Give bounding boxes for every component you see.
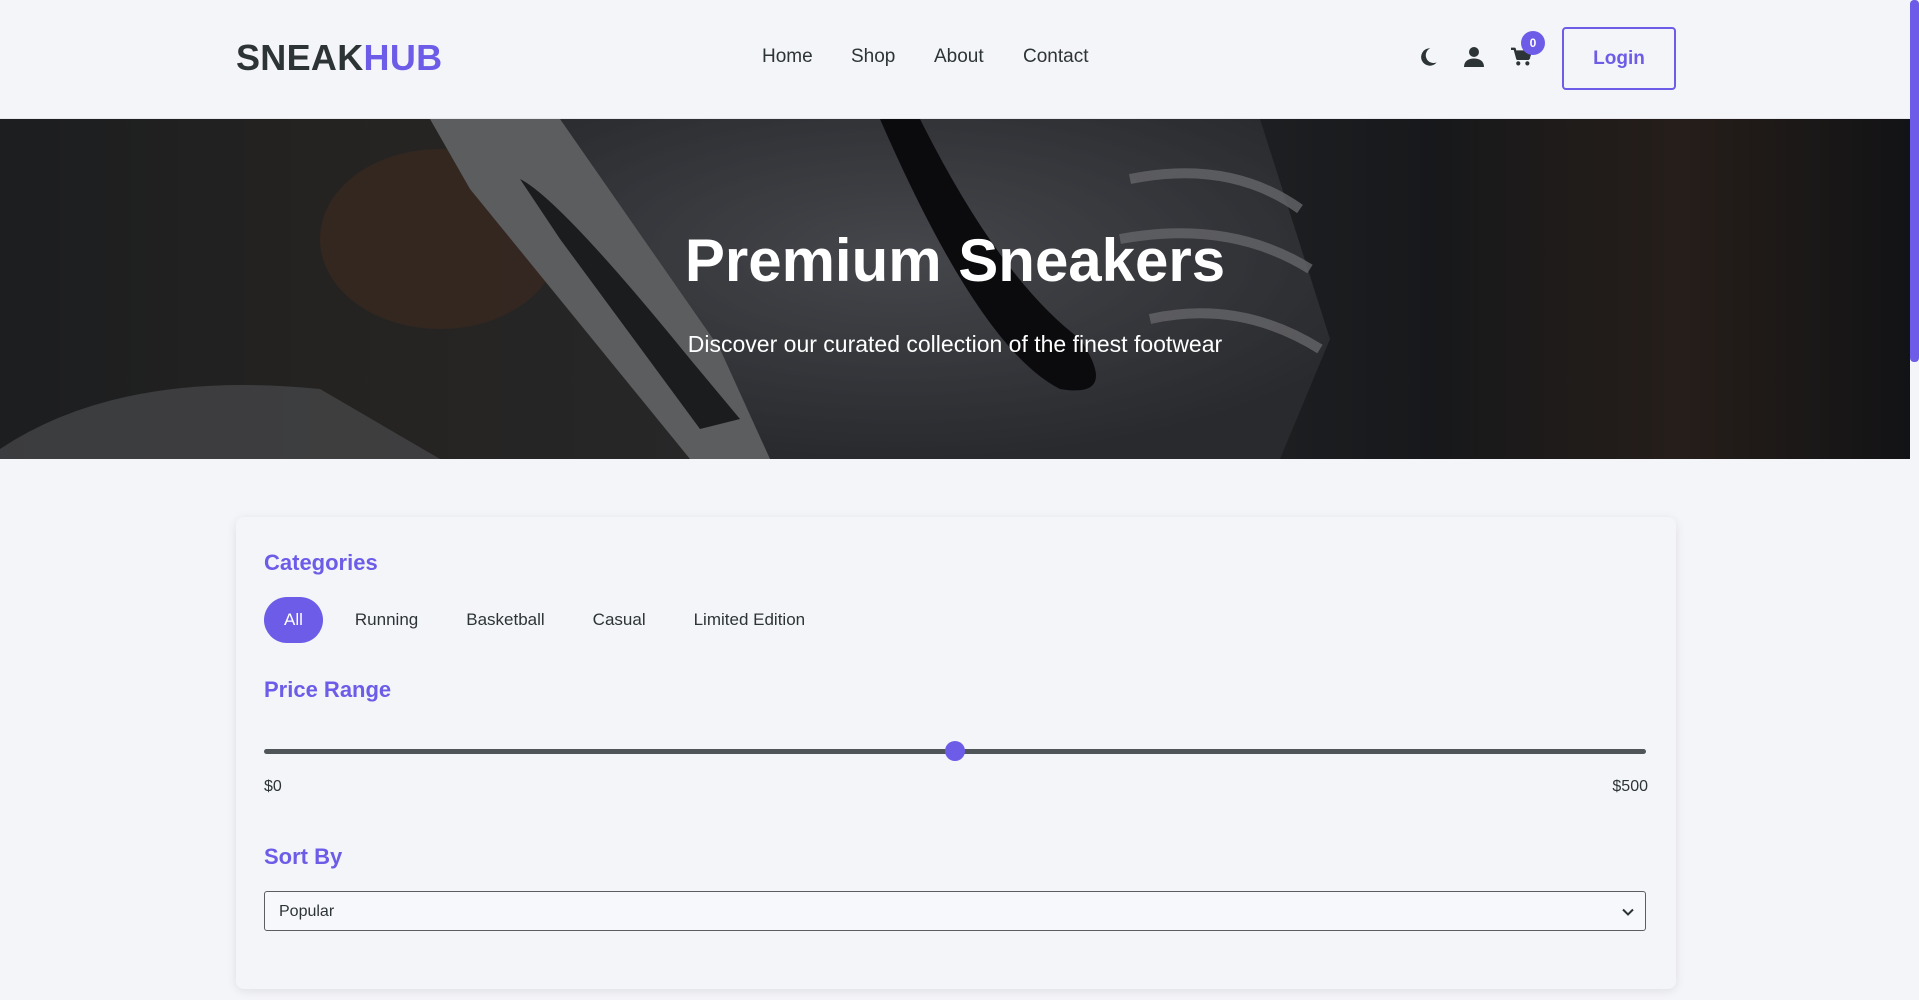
nav-contact-link[interactable]: Contact: [1023, 46, 1088, 68]
hero-banner: Premium Sneakers Discover our curated co…: [0, 119, 1910, 459]
main-nav: Home Shop About Contact: [762, 46, 1088, 68]
sort-by-title: Sort By: [264, 844, 343, 869]
brand-logo[interactable]: SNEAKHUB: [236, 38, 442, 78]
hero-subtitle: Discover our curated collection of the f…: [687, 331, 1223, 357]
categories-title: Categories: [264, 550, 378, 575]
category-chips: All Running Basketball Casual Limited Ed…: [264, 597, 829, 643]
login-button[interactable]: Login: [1562, 27, 1676, 90]
brand-logo-part2: HUB: [363, 37, 443, 78]
price-slider-thumb[interactable]: [945, 741, 965, 761]
filter-panel: Categories All Running Basketball Casual…: [236, 517, 1676, 989]
nav-home-link[interactable]: Home: [762, 46, 851, 68]
cart-count-badge: 0: [1521, 31, 1545, 55]
site-header: SNEAKHUB Home Shop About Contact 0 Login: [0, 0, 1910, 119]
category-chip-running[interactable]: Running: [331, 597, 442, 643]
chevron-down-icon: [1621, 905, 1635, 924]
hero-title: Premium Sneakers: [684, 227, 1226, 294]
nav-about-link[interactable]: About: [934, 46, 1023, 68]
price-min-label: $0: [264, 778, 282, 795]
user-icon[interactable]: [1461, 44, 1487, 70]
sort-by-select[interactable]: Popular: [264, 891, 1646, 931]
nav-shop-link[interactable]: Shop: [851, 46, 934, 68]
category-chip-limited-edition[interactable]: Limited Edition: [670, 597, 830, 643]
category-chip-casual[interactable]: Casual: [569, 597, 670, 643]
price-max-label: $500: [1612, 778, 1648, 795]
price-range-title: Price Range: [264, 677, 392, 702]
brand-logo-part1: SNEAK: [236, 37, 364, 78]
scrollbar-thumb[interactable]: [1910, 0, 1919, 362]
sort-by-selected-value: Popular: [279, 903, 335, 920]
page-scrollbar[interactable]: [1910, 0, 1919, 1000]
moon-icon[interactable]: [1415, 44, 1441, 70]
category-chip-all[interactable]: All: [264, 597, 323, 643]
category-chip-basketball[interactable]: Basketball: [442, 597, 568, 643]
